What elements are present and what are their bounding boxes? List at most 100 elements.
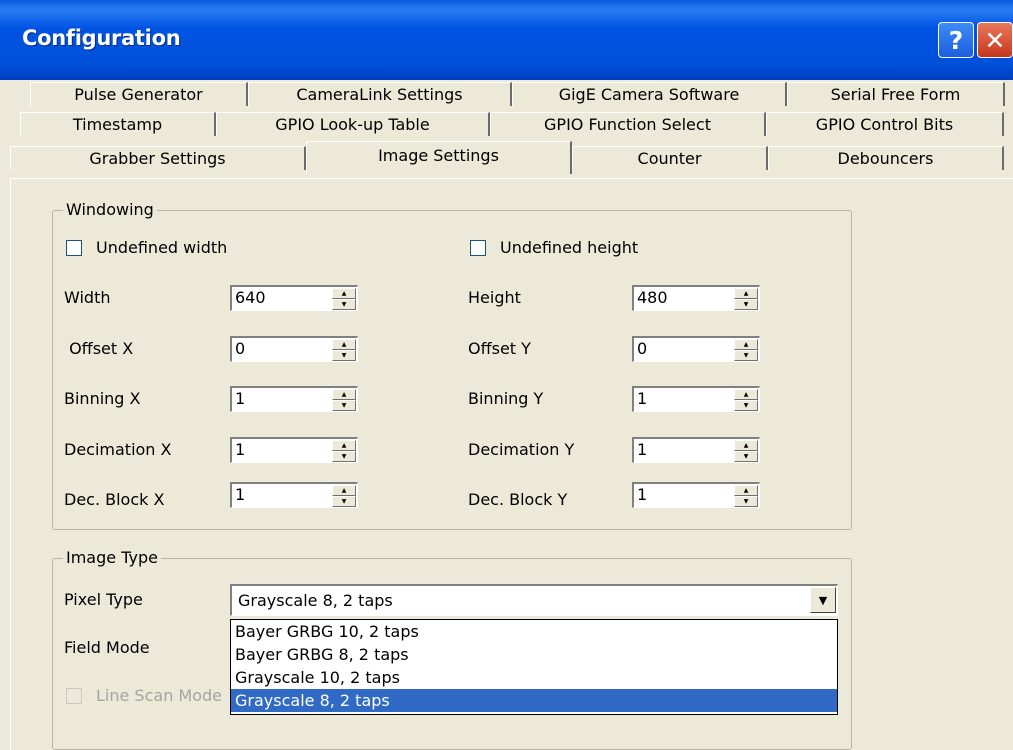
- spin-up-arrow-icon[interactable]: ▲: [332, 440, 356, 451]
- pixel-type-option[interactable]: Grayscale 10, 2 taps: [231, 666, 837, 689]
- decimation-x-label: Decimation X: [64, 440, 172, 459]
- spin-down-arrow-icon[interactable]: ▼: [332, 496, 356, 507]
- tab-label: Grabber Settings: [89, 149, 226, 168]
- spin-up-arrow-icon[interactable]: ▲: [332, 485, 356, 496]
- spin-down-arrow-icon[interactable]: ▼: [734, 299, 758, 310]
- window-title: Configuration: [22, 26, 181, 50]
- offset-y-spinner[interactable]: ▲ ▼: [734, 339, 758, 361]
- help-button[interactable]: ?: [938, 22, 974, 58]
- spin-down-arrow-icon[interactable]: ▼: [332, 451, 356, 462]
- spin-down-arrow-icon[interactable]: ▼: [332, 400, 356, 411]
- decimation-x-value: 1: [235, 440, 246, 459]
- tab-debouncers[interactable]: Debouncers: [768, 146, 1004, 170]
- help-icon: ?: [948, 25, 964, 55]
- image-type-group-title: Image Type: [63, 548, 161, 568]
- tab-label: Serial Free Form: [830, 85, 961, 104]
- pixel-type-select[interactable]: Grayscale 8, 2 taps ▼: [230, 584, 838, 616]
- tab-label: GPIO Control Bits: [815, 115, 954, 134]
- spin-up-arrow-icon[interactable]: ▲: [332, 288, 356, 299]
- title-bar[interactable]: Configuration ? ✕: [0, 0, 1013, 80]
- decimation-y-spinner[interactable]: ▲ ▼: [734, 440, 758, 462]
- binning-y-spinner[interactable]: ▲ ▼: [734, 389, 758, 411]
- dec-block-y-field[interactable]: 1 ▲ ▼: [632, 482, 760, 508]
- pixel-type-option[interactable]: Bayer GRBG 10, 2 taps: [231, 620, 837, 643]
- tab-image-settings[interactable]: Image Settings: [306, 141, 572, 174]
- dec-block-y-spinner[interactable]: ▲ ▼: [734, 485, 758, 507]
- tab-cameralink-settings[interactable]: CameraLink Settings: [248, 82, 512, 106]
- undefined-height-checkbox[interactable]: [470, 240, 486, 256]
- width-spinner[interactable]: ▲ ▼: [332, 288, 356, 310]
- spin-up-arrow-icon[interactable]: ▲: [734, 288, 758, 299]
- offset-y-field[interactable]: 0 ▲ ▼: [632, 336, 760, 362]
- width-field[interactable]: 640 ▲ ▼: [230, 285, 358, 311]
- tab-label: CameraLink Settings: [296, 85, 463, 104]
- spin-down-arrow-icon[interactable]: ▼: [734, 400, 758, 411]
- height-label: Height: [468, 288, 521, 307]
- spin-down-arrow-icon[interactable]: ▼: [332, 350, 356, 361]
- offset-y-value: 0: [637, 339, 648, 358]
- tab-grabber-settings[interactable]: Grabber Settings: [10, 146, 306, 170]
- binning-x-spinner[interactable]: ▲ ▼: [332, 389, 356, 411]
- dec-block-y-label: Dec. Block Y: [468, 490, 568, 509]
- pixel-type-dropdown-list: Bayer GRBG 10, 2 taps Bayer GRBG 8, 2 ta…: [230, 619, 838, 715]
- binning-x-value: 1: [235, 389, 246, 408]
- spin-up-arrow-icon[interactable]: ▲: [734, 339, 758, 350]
- height-spinner[interactable]: ▲ ▼: [734, 288, 758, 310]
- binning-y-field[interactable]: 1 ▲ ▼: [632, 386, 760, 412]
- spin-up-arrow-icon[interactable]: ▲: [734, 389, 758, 400]
- field-mode-label: Field Mode: [64, 638, 150, 657]
- tab-label: Counter: [637, 149, 702, 168]
- binning-y-value: 1: [637, 389, 648, 408]
- decimation-y-label: Decimation Y: [468, 440, 575, 459]
- line-scan-mode-checkbox[interactable]: [66, 688, 82, 704]
- binning-x-field[interactable]: 1 ▲ ▼: [230, 386, 358, 412]
- spin-up-arrow-icon[interactable]: ▲: [734, 440, 758, 451]
- close-button[interactable]: ✕: [977, 22, 1013, 58]
- tab-label: Timestamp: [72, 115, 163, 134]
- dec-block-x-spinner[interactable]: ▲ ▼: [332, 485, 356, 507]
- decimation-x-spinner[interactable]: ▲ ▼: [332, 440, 356, 462]
- tab-gige-camera-software[interactable]: GigE Camera Software: [512, 82, 787, 106]
- tab-gpio-lookup-table[interactable]: GPIO Look-up Table: [216, 112, 490, 136]
- spin-up-arrow-icon[interactable]: ▲: [734, 485, 758, 496]
- undefined-width-label: Undefined width: [96, 238, 228, 257]
- tab-pulse-generator[interactable]: Pulse Generator: [30, 82, 248, 106]
- pixel-type-label: Pixel Type: [64, 590, 143, 609]
- binning-y-label: Binning Y: [468, 389, 544, 408]
- decimation-x-field[interactable]: 1 ▲ ▼: [230, 437, 358, 463]
- close-icon: ✕: [984, 25, 1006, 55]
- tab-gpio-control-bits[interactable]: GPIO Control Bits: [766, 112, 1004, 136]
- pixel-type-option-selected[interactable]: Grayscale 8, 2 taps: [231, 689, 837, 712]
- spin-down-arrow-icon[interactable]: ▼: [734, 350, 758, 361]
- tab-gpio-function-select[interactable]: GPIO Function Select: [490, 112, 766, 136]
- tab-label: GPIO Function Select: [544, 115, 711, 134]
- tab-counter[interactable]: Counter: [572, 146, 768, 170]
- dropdown-arrow-icon[interactable]: ▼: [810, 587, 836, 613]
- binning-x-label: Binning X: [64, 389, 141, 408]
- decimation-y-field[interactable]: 1 ▲ ▼: [632, 437, 760, 463]
- tab-timestamp[interactable]: Timestamp: [20, 112, 216, 136]
- offset-x-spinner[interactable]: ▲ ▼: [332, 339, 356, 361]
- dec-block-x-field[interactable]: 1 ▲ ▼: [230, 482, 358, 508]
- tab-label: Image Settings: [378, 146, 499, 165]
- offset-y-label: Offset Y: [468, 339, 531, 358]
- windowing-group-title: Windowing: [63, 200, 157, 220]
- decimation-y-value: 1: [637, 440, 648, 459]
- spin-up-arrow-icon[interactable]: ▲: [332, 389, 356, 400]
- spin-up-arrow-icon[interactable]: ▲: [332, 339, 356, 350]
- line-scan-mode-label: Line Scan Mode: [96, 686, 223, 705]
- width-value: 640: [235, 288, 266, 307]
- spin-down-arrow-icon[interactable]: ▼: [734, 451, 758, 462]
- tab-label: Debouncers: [837, 149, 934, 168]
- undefined-width-checkbox[interactable]: [66, 240, 82, 256]
- height-field[interactable]: 480 ▲ ▼: [632, 285, 760, 311]
- spin-down-arrow-icon[interactable]: ▼: [734, 496, 758, 507]
- undefined-height-label: Undefined height: [500, 238, 639, 257]
- tab-label: GigE Camera Software: [558, 85, 740, 104]
- tab-label: GPIO Look-up Table: [275, 115, 430, 134]
- pixel-type-option[interactable]: Bayer GRBG 8, 2 taps: [231, 643, 837, 666]
- spin-down-arrow-icon[interactable]: ▼: [332, 299, 356, 310]
- offset-x-field[interactable]: 0 ▲ ▼: [230, 336, 358, 362]
- tab-serial-free-form[interactable]: Serial Free Form: [787, 82, 1005, 106]
- width-label: Width: [64, 288, 111, 307]
